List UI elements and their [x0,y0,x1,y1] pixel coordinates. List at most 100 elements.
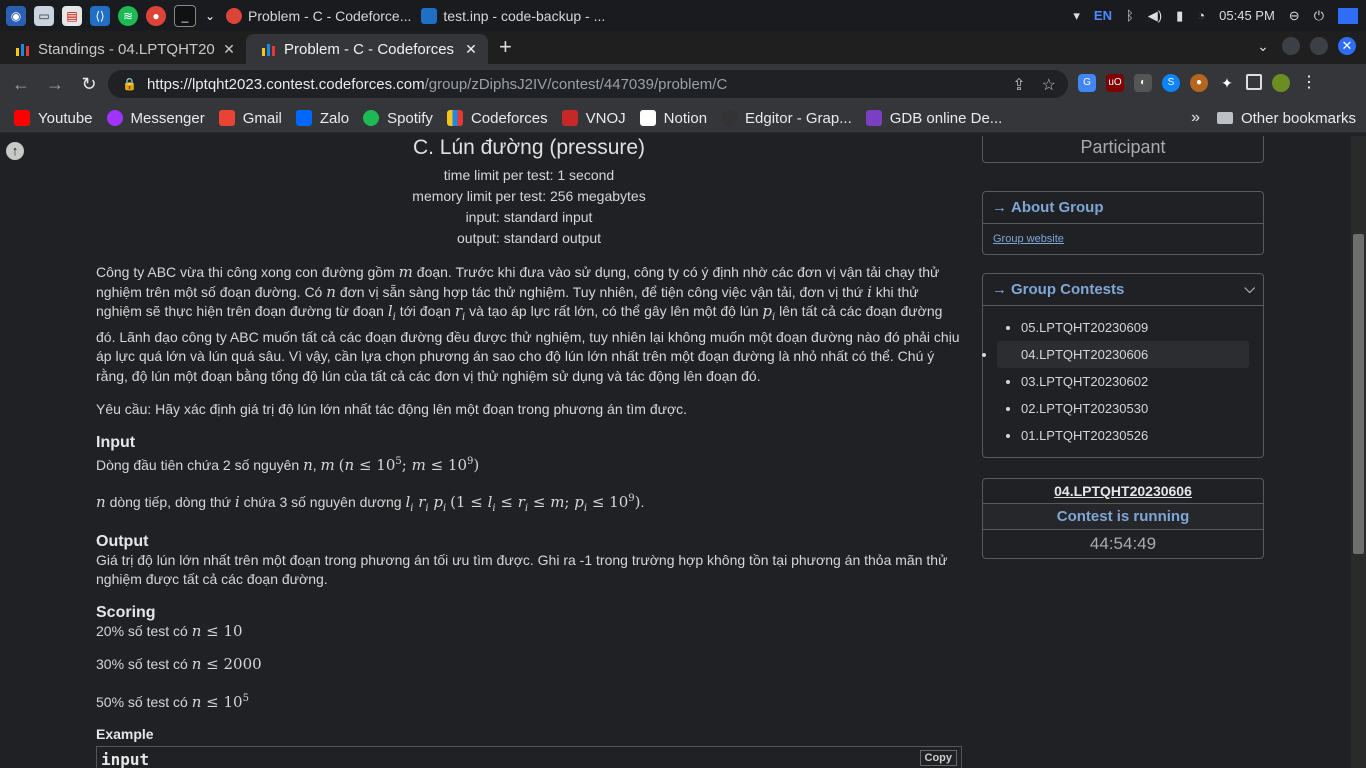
contest-link[interactable]: 05.LPTQHT20230609 [1021,314,1263,341]
forward-icon[interactable]: → [38,74,72,95]
bookmark-vnoj[interactable]: VNOJ [561,110,626,127]
math-expr: li ri pi [405,493,447,514]
tab-problem[interactable]: Problem - C - Codeforces ✕ [246,34,488,64]
copy-button[interactable]: Copy [919,750,957,766]
chrome-icon[interactable]: ● [146,5,166,26]
translate-extension-icon[interactable]: G [1078,74,1096,92]
edgitor-icon [721,110,738,126]
group-contests-title: Group Contests [1011,281,1125,298]
keyboard-layout[interactable]: EN [1094,8,1112,23]
bookmark-youtube[interactable]: Youtube [14,110,93,127]
browser-toolbar: ← → ↻ 🔒 https://lptqht2023.contest.codef… [0,64,1366,104]
contest-link[interactable]: 02.LPTQHT20230530 [1021,395,1263,422]
taskbar-task-chrome[interactable]: Problem - C - Codeforce... [226,7,412,24]
battery-icon[interactable]: ▮ [1176,8,1183,24]
contest-link[interactable]: 01.LPTQHT20230526 [1021,422,1263,449]
extensions-puzzle-icon[interactable]: ✦ [1218,74,1236,92]
reload-icon[interactable]: ↻ [72,74,106,95]
bookmark-label: Zalo [319,109,350,127]
cookie-extension-icon[interactable]: ● [1190,74,1208,92]
chevron-down-icon[interactable]: ⌄ [204,6,216,26]
tab-title: Standings - 04.LPTQHT20 [38,40,215,58]
statement-text: tới đoạn [399,303,451,319]
vscode-icon[interactable]: ⟨⟩ [90,5,110,26]
codeforces-icon [446,110,463,126]
lock-icon[interactable]: 🔒 [122,77,137,91]
contest-link[interactable]: 03.LPTQHT20230602 [1021,368,1263,395]
vscode-icon [421,7,438,24]
power-icon[interactable]: ⏻ [1314,8,1324,24]
taskbar-task-vscode[interactable]: test.inp - code-backup - ... [421,7,605,24]
minus-circle-icon[interactable]: ⊖ [1289,8,1300,24]
bookmark-star-icon[interactable]: ☆ [1042,75,1056,95]
wifi-icon[interactable]: ▾ [1073,8,1080,24]
bookmarks-bar: Youtube Messenger Gmail Zalo Spotify Cod… [0,104,1366,133]
group-contests-heading[interactable]: → Group Contests ⌵ [983,274,1263,306]
ublock-extension-icon[interactable]: uO [1106,74,1124,92]
bookmark-codeforces[interactable]: Codeforces [446,110,548,127]
document-icon[interactable]: ▤ [62,5,82,26]
terminal-icon[interactable]: _ [174,4,196,27]
minimize-icon[interactable] [1282,37,1300,55]
output-heading: Output [96,532,149,550]
about-group-box: → About Group Group website [982,191,1264,255]
workspace-icon[interactable] [1338,7,1358,24]
about-group-title: About Group [1011,199,1104,216]
os-taskbar: ◉ ▭ ▤ ⟨⟩ ≋ ● _ ⌄ Problem - C - Codeforce… [0,0,1366,31]
math-i: i [867,282,872,301]
share-icon[interactable]: ⇪ [1012,75,1025,95]
statement-text: Công ty ABC vừa thi công xong con đường … [96,264,395,280]
profile-avatar[interactable] [1272,74,1290,92]
shazam-extension-icon[interactable]: S [1162,74,1180,92]
contest-link-current[interactable]: 04.LPTQHT20230606 [997,341,1249,368]
menu-dots-icon[interactable]: ⋮ [1300,74,1318,92]
bookmark-label: Gmail [242,109,282,127]
time-limit: time limit per test: 1 second [443,167,615,183]
back-icon[interactable]: ← [4,74,38,95]
bookmark-messenger[interactable]: Messenger [106,110,205,127]
new-tab-icon[interactable]: + [499,34,512,60]
output-text: Giá trị độ lún lớn nhất trên một đoạn tr… [96,551,948,588]
score-line: 20% số test có n ≤ 10 [96,622,962,642]
score-text: 50% số test có [96,693,188,710]
clock[interactable]: 05:45 PM [1219,8,1275,23]
spotify-icon[interactable]: ≋ [118,5,138,26]
volume-icon[interactable]: ◀) [1148,8,1162,24]
problem-statement: C. Lún đường (pressure) time limit per t… [96,136,962,768]
bookmark-edgitor[interactable]: Edgitor - Grap... [721,110,852,127]
window-close-icon[interactable]: ✕ [1338,37,1356,55]
close-icon[interactable]: ✕ [218,41,240,58]
scroll-up-icon[interactable]: ↑ [6,142,24,160]
close-icon[interactable]: ✕ [460,41,482,58]
tab-title: Problem - C - Codeforces [284,40,455,58]
bookmark-label: GDB online De... [889,109,1003,127]
maximize-icon[interactable] [1310,37,1328,55]
chevron-down-icon[interactable]: ⌵ [1244,280,1255,297]
bookmark-gdb[interactable]: GDB online De... [865,109,1003,127]
scrollbar-thumb[interactable] [1353,234,1364,554]
page-content: C. Lún đường (pressure) time limit per t… [0,136,1351,768]
example-box: input Copy [96,746,962,768]
side-panel-icon[interactable] [1246,74,1262,90]
bookmark-gmail[interactable]: Gmail [218,109,282,127]
scrollbar[interactable] [1351,136,1366,768]
arrow-right-icon: → [992,199,1007,216]
other-bookmarks[interactable]: Other bookmarks [1216,110,1356,127]
group-website-link[interactable]: Group website [983,224,1263,254]
bookmark-spotify[interactable]: Spotify [363,110,433,127]
files-icon[interactable]: ▭ [34,5,54,26]
running-contest-link[interactable]: 04.LPTQHT20230606 [983,479,1263,504]
tab-search-icon[interactable]: ⌄ [1254,37,1272,55]
spy-extension-icon[interactable]: ◐ [1134,74,1152,92]
bookmark-notion[interactable]: Notion [639,110,707,127]
app-menu-icon[interactable]: ◉ [6,5,26,26]
tab-standings[interactable]: Standings - 04.LPTQHT20 ✕ [0,34,246,64]
bookmarks-overflow-icon[interactable]: » [1191,109,1200,127]
notification-icon[interactable]: ◔ [1197,8,1205,23]
bookmark-zalo[interactable]: Zalo [295,109,350,127]
notion-icon [639,110,656,126]
address-bar[interactable]: 🔒 https://lptqht2023.contest.codeforces.… [108,70,1068,98]
taskbar-task-label: Problem - C - Codeforce... [248,7,412,24]
bluetooth-icon[interactable]: ᛒ [1126,8,1134,23]
request-paragraph: Yêu cầu: Hãy xác định giá trị độ lún lớn… [96,401,688,417]
